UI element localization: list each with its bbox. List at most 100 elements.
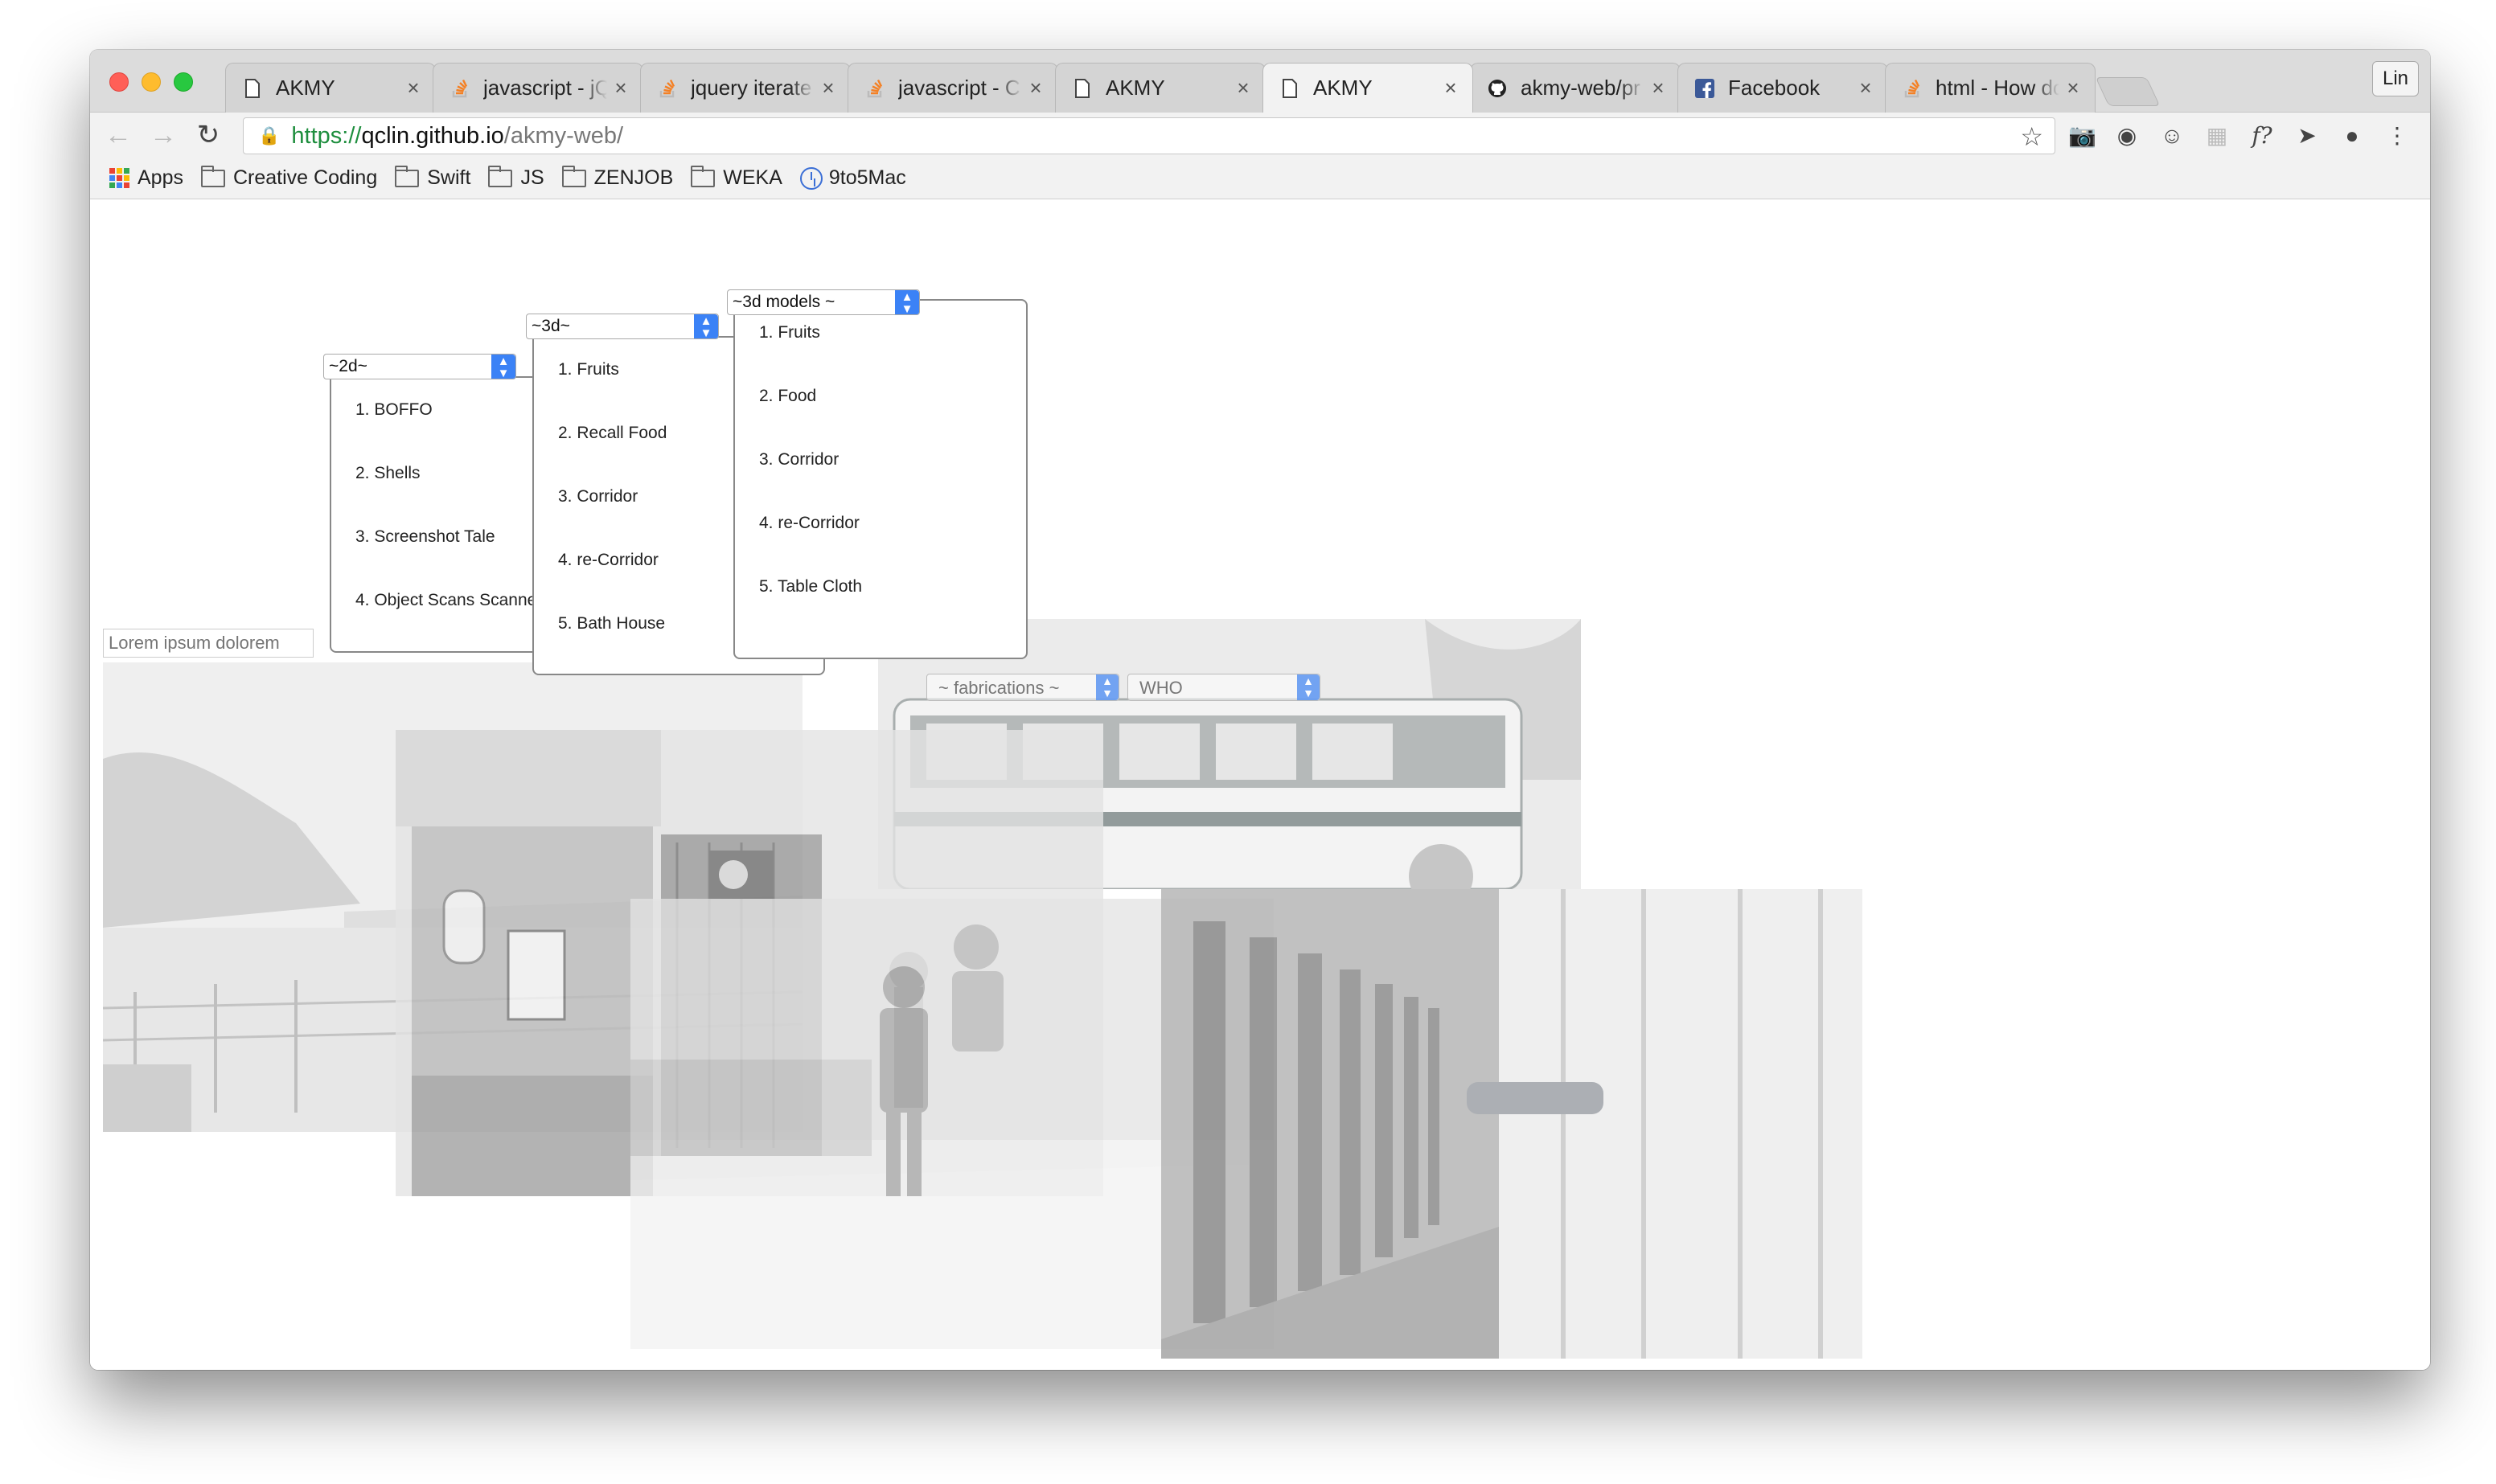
menu-3d-models-select-value: ~3d models ~ <box>733 293 835 311</box>
bookmark-label: WEKA <box>723 166 782 189</box>
chevron-updown-icon: ▲ ▼ <box>1297 674 1320 700</box>
url-scheme: https:// <box>291 122 362 149</box>
tab-title: html - How do <box>1936 76 2059 100</box>
ruin-arches-photo <box>1161 889 1862 1359</box>
grid-icon[interactable]: ▦ <box>2203 122 2231 150</box>
bookmark-creative-coding[interactable]: Creative Coding <box>200 165 378 190</box>
bookmark-label: 9to5Mac <box>828 166 906 189</box>
tab-github[interactable]: akmy-web/pr × <box>1470 63 1681 113</box>
tab-akmy-1[interactable]: AKMY × <box>225 63 436 113</box>
menu-2d-item[interactable]: 1. BOFFO <box>331 400 545 464</box>
tab-close-icon[interactable]: × <box>819 76 837 100</box>
tab-title: AKMY <box>1106 76 1165 100</box>
bookmark-star-icon[interactable]: ☆ <box>2020 121 2043 152</box>
new-tab-button[interactable] <box>2095 77 2161 106</box>
zoom-window-button[interactable] <box>174 72 193 92</box>
menu-2d-select[interactable]: ~2d~ ▲ ▼ <box>323 354 516 379</box>
tab-close-icon[interactable]: × <box>612 76 630 100</box>
tab-title: jquery iterate <box>691 76 812 100</box>
menu-3d-models-item[interactable]: 2. Food <box>735 387 1026 450</box>
clock-icon <box>799 166 823 190</box>
tab-javascript-jq[interactable]: javascript - jQ × <box>433 63 643 113</box>
stackoverflow-icon <box>1902 78 1923 99</box>
tab-title: AKMY <box>1313 76 1373 100</box>
menu-2d-item[interactable]: 4. Object Scans Scanners <box>331 591 545 654</box>
tab-title: javascript - jQ <box>483 76 607 100</box>
bookmark-label: Creative Coding <box>232 166 378 189</box>
fabrications-select[interactable]: ~ fabrications ~ ▲ ▼ <box>926 674 1119 701</box>
page-viewport: ~ fabrications ~ ▲▼ WHO ▲▼ 1. BOFFO 2. S… <box>90 199 2430 1370</box>
page-icon <box>1279 78 1300 99</box>
browser-toolbar: ← → ↻ 🔒 https://qclin.github.io/akmy-web… <box>90 113 2430 158</box>
tab-close-icon[interactable]: × <box>1649 76 1667 100</box>
menu-dots-icon[interactable]: ⋮ <box>2383 122 2411 150</box>
stackoverflow-icon <box>864 78 885 99</box>
tab-close-icon[interactable]: × <box>1857 76 1874 100</box>
tab-title: Facebook <box>1728 76 1821 100</box>
menu-3d-models-item[interactable]: 1. Fruits <box>735 323 1026 387</box>
menu-3d-models-select[interactable]: ~3d models ~ ▲ ▼ <box>727 289 920 315</box>
bookmark-swift[interactable]: Swift <box>395 165 471 190</box>
cookie-icon[interactable]: ● <box>2338 122 2366 150</box>
address-bar[interactable]: 🔒 https://qclin.github.io/akmy-web/ ☆ <box>243 117 2055 154</box>
menu-3d-select-value: ~3d~ <box>532 317 570 335</box>
tab-javascript-c[interactable]: javascript - C × <box>848 63 1058 113</box>
mask-icon[interactable]: ◉ <box>2113 122 2141 150</box>
font-icon[interactable]: f? <box>2248 122 2276 150</box>
menu-2d-item[interactable]: 3. Screenshot Tale <box>331 527 545 591</box>
folder-icon <box>691 165 716 187</box>
url-path: /akmy-web/ <box>503 122 624 149</box>
menu-3d-models-item[interactable]: 5. Table Cloth <box>735 577 1026 641</box>
bookmark-label: Swift <box>427 166 471 189</box>
bookmark-label: Apps <box>138 166 183 189</box>
tab-akmy-2[interactable]: AKMY × <box>1055 63 1266 113</box>
menu-2d-select-value: ~2d~ <box>329 357 367 375</box>
camera-icon[interactable]: 📷 <box>2068 122 2096 150</box>
tab-html-how[interactable]: html - How do × <box>1885 63 2096 113</box>
tab-title: javascript - C <box>898 76 1020 100</box>
tab-close-icon[interactable]: × <box>2064 76 2082 100</box>
facebook-icon <box>1694 78 1715 99</box>
bookmark-weka[interactable]: WEKA <box>691 165 782 190</box>
folder-icon <box>488 165 513 187</box>
forward-arrow-icon[interactable]: → <box>148 121 179 150</box>
close-window-button[interactable] <box>109 72 129 92</box>
page-icon <box>1072 78 1093 99</box>
menu-2d-item[interactable]: 2. Shells <box>331 464 545 527</box>
bookmark-9to5mac[interactable]: 9to5Mac <box>799 166 906 190</box>
bookmark-js[interactable]: JS <box>488 165 544 190</box>
tab-akmy-active[interactable]: AKMY × <box>1262 63 1473 113</box>
tab-close-icon[interactable]: × <box>404 76 422 100</box>
tab-close-icon[interactable]: × <box>1442 76 1459 100</box>
chevron-updown-icon: ▲ ▼ <box>491 355 515 379</box>
minimize-window-button[interactable] <box>142 72 161 92</box>
bookmark-apps[interactable]: Apps <box>109 166 183 190</box>
tab-jquery-iterate[interactable]: jquery iterate × <box>640 63 851 113</box>
browser-window: AKMY × javascript - jQ × jquery iterate … <box>90 50 2430 1370</box>
github-icon <box>1487 78 1508 99</box>
lock-icon: 🔒 <box>258 125 281 146</box>
title-bar: AKMY × javascript - jQ × jquery iterate … <box>90 50 2430 113</box>
tab-close-icon[interactable]: × <box>1027 76 1045 100</box>
reload-icon[interactable]: ↻ <box>193 121 224 150</box>
bookmark-label: JS <box>520 166 544 189</box>
chevron-updown-icon: ▲ ▼ <box>694 314 718 338</box>
tab-facebook[interactable]: Facebook × <box>1677 63 1888 113</box>
who-select[interactable]: WHO ▲ ▼ <box>1127 674 1320 701</box>
url-host: qclin.github.io <box>361 122 504 149</box>
menu-3d-select[interactable]: ~3d~ ▲ ▼ <box>526 314 719 339</box>
menu-3d-models-item[interactable]: 4. re-Corridor <box>735 514 1026 577</box>
tab-title: akmy-web/pr <box>1521 76 1640 100</box>
bookmark-zenjob[interactable]: ZENJOB <box>561 165 673 190</box>
pin-icon[interactable]: ➤ <box>2293 122 2321 150</box>
tab-close-icon[interactable]: × <box>1234 76 1252 100</box>
profile-button[interactable]: Lin <box>2372 61 2419 96</box>
tab-title: AKMY <box>276 76 335 100</box>
menu-2d-list: 1. BOFFO 2. Shells 3. Screenshot Tale 4.… <box>330 376 547 653</box>
back-arrow-icon[interactable]: ← <box>103 121 133 150</box>
search-input[interactable] <box>103 629 314 658</box>
menu-3d-models-item[interactable]: 3. Corridor <box>735 450 1026 514</box>
page-icon <box>242 78 263 99</box>
panda-icon[interactable]: ☺ <box>2158 122 2186 150</box>
bookmarks-bar: Apps Creative Coding Swift JS ZENJOB WEK… <box>90 158 2430 199</box>
